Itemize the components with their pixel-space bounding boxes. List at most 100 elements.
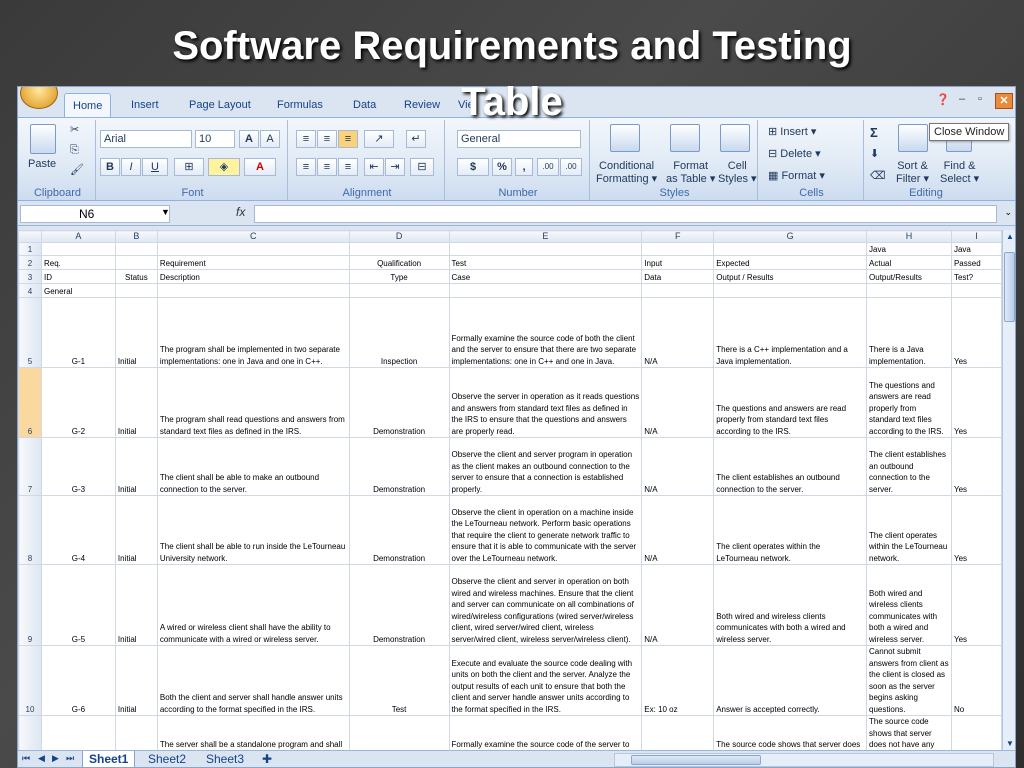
cell[interactable]: Java: [950, 242, 1002, 256]
cell[interactable]: [114, 242, 158, 256]
test-case-cell[interactable]: Execute and evaluate the source code dea…: [448, 645, 643, 716]
vertical-scrollbar[interactable]: ▲ ▼: [1002, 230, 1015, 750]
cell[interactable]: Status: [114, 269, 158, 284]
cell[interactable]: [866, 283, 952, 298]
cell[interactable]: [641, 283, 715, 298]
italic-button[interactable]: I: [121, 158, 141, 176]
row-header[interactable]: 5: [18, 297, 42, 368]
req-id-cell[interactable]: G-4: [40, 495, 116, 565]
cell[interactable]: [348, 242, 450, 256]
scroll-up-icon[interactable]: ▲: [1006, 232, 1014, 241]
cell[interactable]: [156, 242, 350, 256]
req-id-cell[interactable]: G-5: [40, 564, 116, 646]
borders-icon[interactable]: ⊞: [174, 158, 204, 176]
grow-font-button[interactable]: A: [239, 130, 259, 148]
requirement-cell[interactable]: A wired or wireless client shall have th…: [156, 564, 350, 646]
test-case-cell[interactable]: Observe the client and server in operati…: [448, 564, 643, 646]
increase-decimal-button[interactable]: .00: [537, 158, 559, 176]
comma-button[interactable]: ,: [515, 158, 533, 176]
cell[interactable]: Type: [348, 269, 450, 284]
row-header[interactable]: 9: [18, 564, 42, 646]
passed-cell[interactable]: Yes: [950, 564, 1002, 646]
align-center-icon[interactable]: ≡: [317, 158, 337, 176]
status-cell[interactable]: Initial: [114, 367, 158, 438]
expected-cell[interactable]: The questions and answers are read prope…: [713, 367, 868, 438]
passed-cell[interactable]: Yes: [950, 715, 1002, 750]
actual-cell[interactable]: The questions and answers are read prope…: [866, 367, 952, 438]
sheet-tab-sheet1[interactable]: Sheet1: [82, 751, 136, 767]
column-header[interactable]: D: [348, 230, 450, 243]
row-header[interactable]: 11: [18, 715, 42, 750]
req-id-cell[interactable]: G-2: [40, 367, 116, 438]
sort-filter-button[interactable]: Sort & Filter ▾: [896, 160, 929, 186]
req-id-cell[interactable]: G-6: [40, 645, 116, 716]
font-color-icon[interactable]: A: [244, 158, 276, 176]
expected-cell[interactable]: Answer is accepted correctly.: [713, 645, 868, 716]
requirement-cell[interactable]: The program shall be implemented in two …: [156, 297, 350, 368]
status-cell[interactable]: Initial: [114, 495, 158, 565]
row-header[interactable]: 6: [18, 367, 42, 438]
column-header[interactable]: B: [114, 230, 158, 243]
merge-center-icon[interactable]: ⊟: [410, 158, 434, 176]
wrap-text-icon[interactable]: ↵: [406, 130, 426, 148]
format-cells-button[interactable]: ▦ Format ▾: [768, 170, 825, 183]
cell[interactable]: Output / Results: [713, 269, 868, 284]
cell[interactable]: [156, 283, 350, 298]
align-left-icon[interactable]: ≡: [296, 158, 316, 176]
name-box[interactable]: N6: [20, 205, 170, 223]
align-top-icon[interactable]: ≡: [296, 130, 316, 148]
column-header[interactable]: C: [156, 230, 350, 243]
test-case-cell[interactable]: Formally examine the source code of the …: [448, 715, 643, 750]
sheet-tab-sheet3[interactable]: Sheet3: [200, 751, 250, 767]
cell[interactable]: Input: [641, 255, 715, 270]
test-case-cell[interactable]: Observe the server in operation as it re…: [448, 367, 643, 438]
column-header[interactable]: H: [866, 230, 952, 243]
cell[interactable]: Java: [866, 242, 952, 256]
row-header[interactable]: 3: [18, 269, 42, 284]
status-cell[interactable]: Initial: [114, 564, 158, 646]
passed-cell[interactable]: Yes: [950, 437, 1002, 496]
cell[interactable]: Data: [641, 269, 715, 284]
paste-button[interactable]: Paste: [28, 158, 56, 171]
actual-cell[interactable]: There is a Java implementation.: [866, 297, 952, 368]
cell[interactable]: [641, 242, 715, 256]
cell[interactable]: Description: [156, 269, 350, 284]
cell[interactable]: Test: [448, 255, 643, 270]
align-middle-icon[interactable]: ≡: [317, 130, 337, 148]
name-box-dropdown-icon[interactable]: ▼: [161, 207, 170, 217]
fill-color-icon[interactable]: ◈: [208, 158, 240, 176]
expected-cell[interactable]: The client operates within the LeTournea…: [713, 495, 868, 565]
cell[interactable]: [448, 242, 643, 256]
status-cell[interactable]: Initial: [114, 297, 158, 368]
row-header[interactable]: 8: [18, 495, 42, 565]
fx-icon[interactable]: fx: [236, 205, 245, 219]
test-case-cell[interactable]: Formally examine the source code of both…: [448, 297, 643, 368]
status-cell[interactable]: Initial: [114, 437, 158, 496]
expected-cell[interactable]: Both wired and wireless clients communic…: [713, 564, 868, 646]
cell[interactable]: [448, 283, 643, 298]
last-sheet-icon[interactable]: ⏭: [66, 753, 74, 764]
delete-cells-button[interactable]: ⊟ Delete ▾: [768, 148, 821, 161]
actual-cell[interactable]: Both wired and wireless clients communic…: [866, 564, 952, 646]
next-sheet-icon[interactable]: ▶: [52, 753, 59, 764]
row-header[interactable]: 2: [18, 255, 42, 270]
status-cell[interactable]: Initial: [114, 645, 158, 716]
input-data-cell[interactable]: N/A: [641, 297, 715, 368]
input-data-cell[interactable]: N/A: [641, 367, 715, 438]
row-header[interactable]: 10: [18, 645, 42, 716]
expected-cell[interactable]: The source code shows that server does n…: [713, 715, 868, 750]
cell-styles-button[interactable]: Cell Styles ▾: [718, 160, 757, 186]
font-size-select[interactable]: 10: [195, 130, 235, 148]
cell[interactable]: [950, 283, 1002, 298]
align-right-icon[interactable]: ≡: [338, 158, 358, 176]
column-header[interactable]: I: [950, 230, 1002, 243]
expected-cell[interactable]: The client establishes an outbound conne…: [713, 437, 868, 496]
horizontal-scroll-thumb[interactable]: [631, 755, 761, 765]
underline-button[interactable]: U: [142, 158, 168, 176]
cell[interactable]: Req.: [40, 255, 116, 270]
formula-input[interactable]: [254, 205, 997, 223]
percent-button[interactable]: %: [492, 158, 512, 176]
qualification-cell[interactable]: Test: [348, 645, 450, 716]
passed-cell[interactable]: Yes: [950, 495, 1002, 565]
actual-cell[interactable]: The client establishes an outbound conne…: [866, 437, 952, 496]
